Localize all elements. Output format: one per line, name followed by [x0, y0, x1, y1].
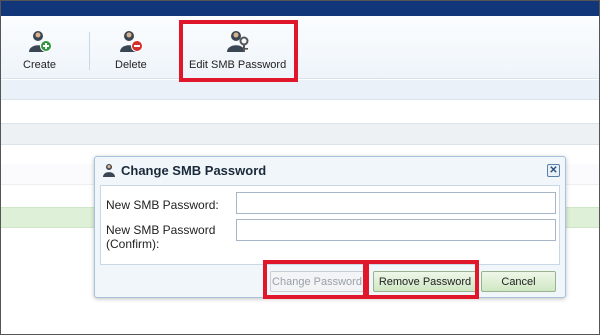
close-button[interactable]: ✕: [547, 164, 560, 177]
highlight-remove-password: [365, 260, 479, 299]
highlight-edit-smb-password: [179, 20, 298, 82]
close-icon: ✕: [549, 164, 558, 176]
confirm-smb-password-label: New SMB Password (Confirm):: [106, 223, 216, 251]
user-add-icon: [28, 31, 52, 52]
grid-row[interactable]: [1, 123, 599, 145]
create-button[interactable]: Create: [23, 16, 56, 79]
user-icon: [103, 164, 115, 177]
delete-button[interactable]: Delete: [115, 16, 147, 79]
cancel-button[interactable]: Cancel: [481, 271, 556, 292]
dialog-form: New SMB Password: New SMB Password (Conf…: [100, 185, 560, 265]
dialog-title-bar[interactable]: Change SMB Password: [95, 157, 565, 183]
create-label: Create: [23, 59, 57, 71]
app-window: Create Delete Edit SMB Password Change S…: [0, 0, 600, 335]
grid-header-row: [1, 80, 599, 100]
user-delete-icon: [119, 31, 143, 52]
title-bar: [1, 1, 599, 16]
delete-label: Delete: [115, 59, 147, 71]
new-smb-password-label: New SMB Password:: [106, 198, 219, 212]
highlight-change-password: [263, 260, 367, 299]
dialog-title: Change SMB Password: [121, 162, 267, 178]
toolbar-separator: [89, 32, 90, 70]
toolbar: Create Delete Edit SMB Password: [1, 16, 599, 79]
confirm-smb-password-input[interactable]: [236, 219, 556, 241]
new-smb-password-input[interactable]: [236, 192, 556, 214]
